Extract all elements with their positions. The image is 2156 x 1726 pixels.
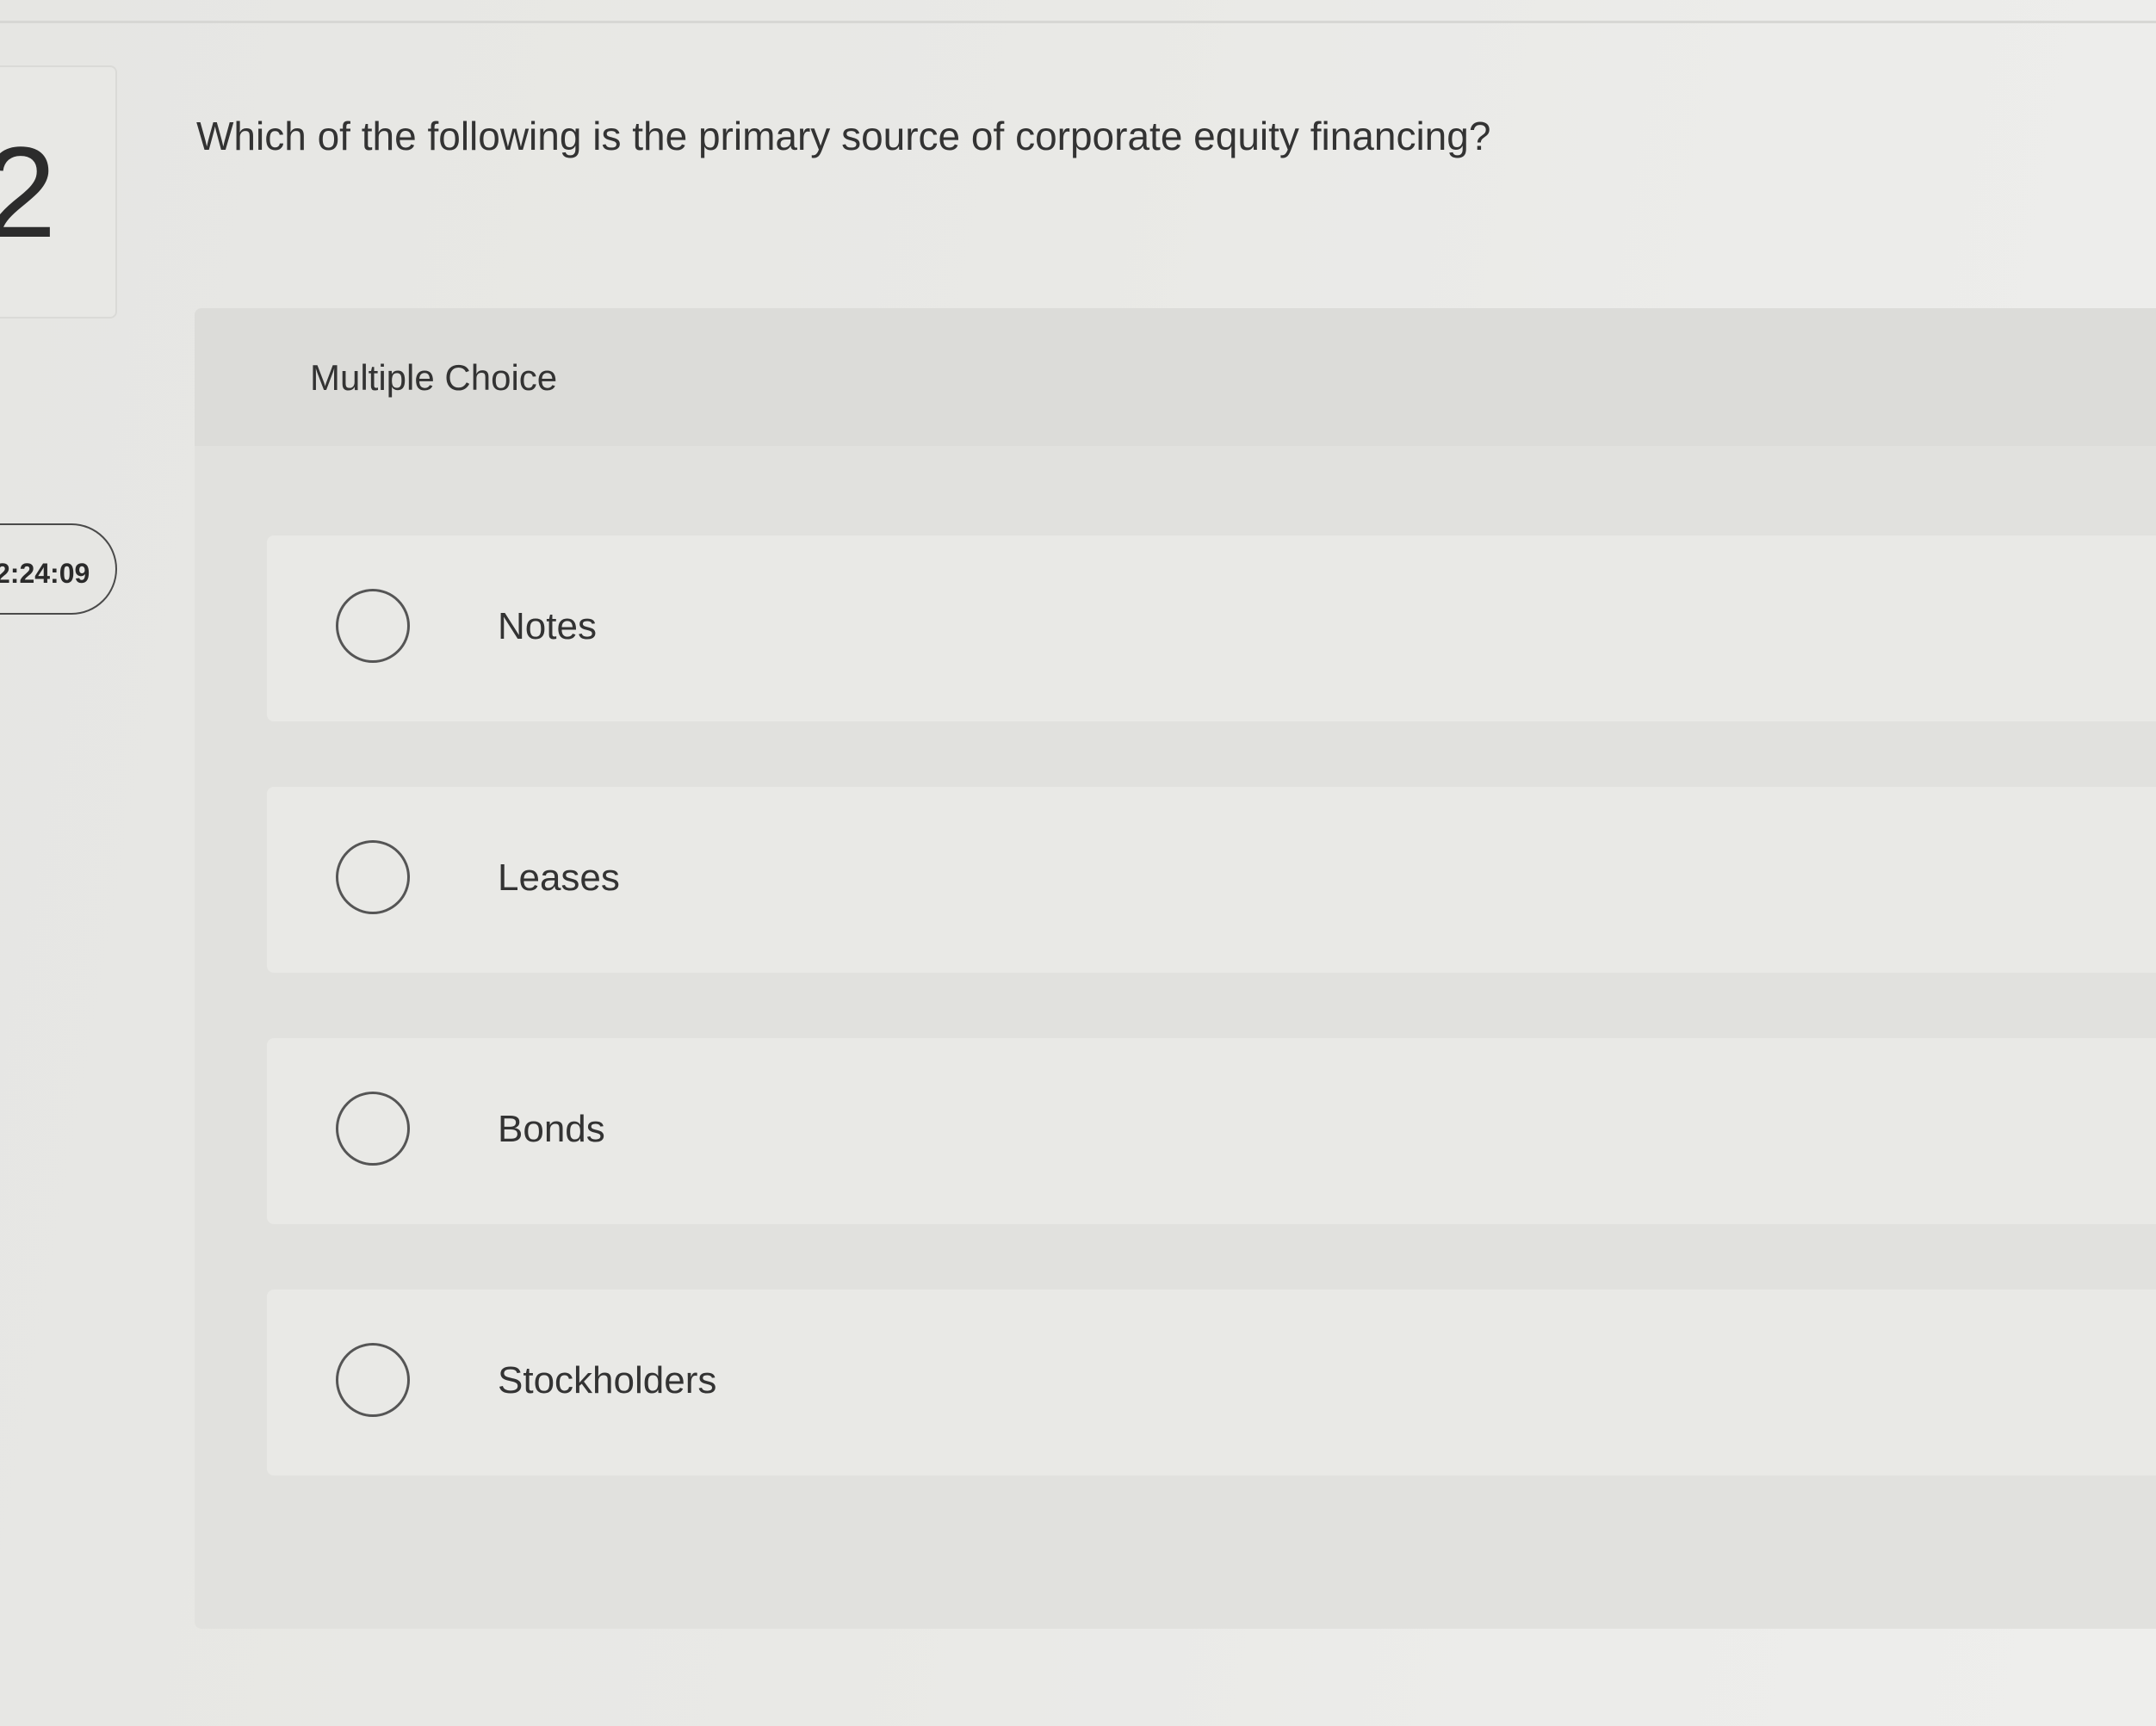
radio-button-icon[interactable] <box>336 1092 410 1166</box>
answer-option-leases[interactable]: Leases <box>267 787 2156 973</box>
answer-option-label: Leases <box>498 857 620 899</box>
answer-option-label: Notes <box>498 605 597 647</box>
radio-button-icon[interactable] <box>336 1343 410 1417</box>
top-divider <box>0 21 2156 23</box>
answer-option-stockholders[interactable]: Stockholders <box>267 1290 2156 1475</box>
question-type-label: Multiple Choice <box>310 357 558 398</box>
answer-option-bonds[interactable]: Bonds <box>267 1038 2156 1224</box>
question-prompt: Which of the following is the primary so… <box>196 114 1491 158</box>
answer-option-label: Stockholders <box>498 1359 717 1401</box>
radio-button-icon[interactable] <box>336 840 410 914</box>
answer-option-notes[interactable]: Notes <box>267 535 2156 721</box>
answer-option-label: Bonds <box>498 1108 605 1150</box>
timer-value: 2:24:09 <box>0 558 90 589</box>
radio-button-icon[interactable] <box>336 589 410 663</box>
question-number: 2 <box>0 120 57 264</box>
